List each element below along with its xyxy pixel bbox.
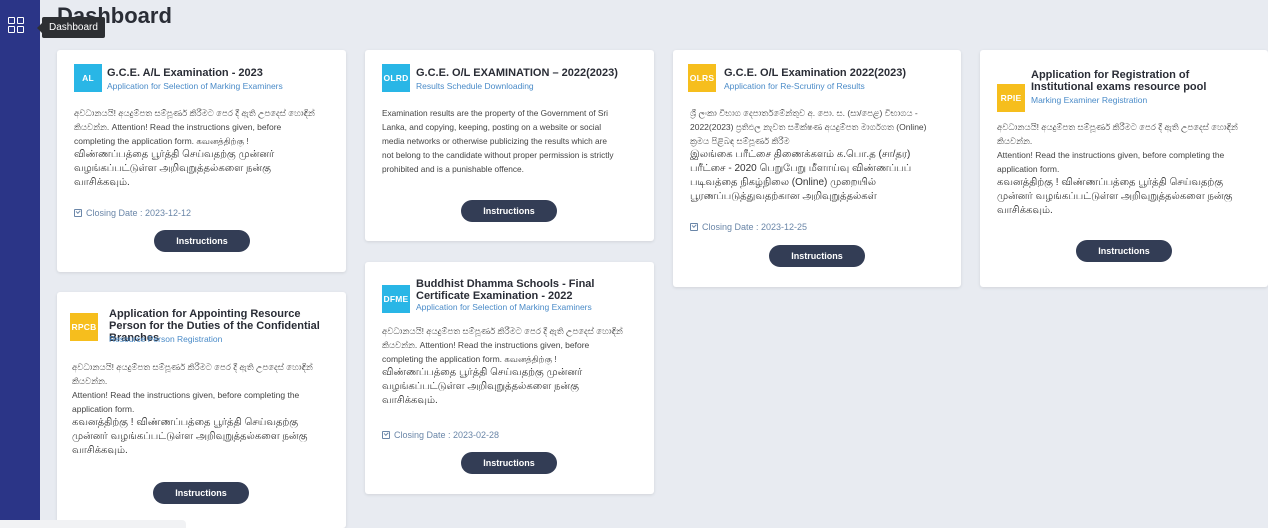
body-line: Lanka, and copying, keeping, posting on … bbox=[382, 122, 602, 132]
closing-date: Closing Date : 2023-12-25 bbox=[690, 222, 807, 232]
body-line: Attention! Read the instructions given, … bbox=[997, 150, 1225, 160]
body-line: கவனத்திற்கு ! விண்ணப்பத்தை பூர்த்தி செய்… bbox=[997, 177, 1224, 188]
exam-card-rpie: RPIE Application for Registration of Ins… bbox=[980, 50, 1268, 287]
body-line: අවධානයයි! අයදුම්පත සම්පූර්ණ කිරීමට පෙර ද… bbox=[72, 362, 313, 372]
body-line: ක්‍රමය පිළිබඳ සම්පූර්ණ කිරීම bbox=[690, 136, 790, 146]
dashboard-tooltip: Dashboard bbox=[37, 17, 105, 38]
body-line: application form. bbox=[72, 404, 135, 414]
calendar-check-icon bbox=[382, 431, 390, 439]
card-subtitle: Marking Examiner Registration bbox=[1031, 95, 1148, 105]
body-line: விண்ணப்பத்தை பூர்த்தி செய்வதற்கு முன்னர் bbox=[382, 367, 583, 378]
closing-date: Closing Date : 2023-12-12 bbox=[74, 208, 191, 218]
card-subtitle: Application for Selection of Marking Exa… bbox=[416, 302, 592, 312]
card-subtitle: Application for Re-Scrutiny of Results bbox=[724, 81, 865, 91]
body-line: application form. bbox=[997, 164, 1060, 174]
card-subtitle: Application for Selection of Marking Exa… bbox=[107, 81, 283, 91]
body-line: media networks or otherwise publicizing … bbox=[382, 136, 608, 146]
card-body: ශ්‍රී ලංකා විභාග දෙපාර්තමේන්තුව අ. පො. ස… bbox=[690, 106, 955, 204]
closing-date-text: Closing Date : 2023-12-25 bbox=[702, 222, 808, 232]
body-line: பரீட்சை - 2020 பெறுபேறு மீளாய்வு விண்ணப்… bbox=[690, 163, 912, 174]
card-badge: OLRS bbox=[688, 64, 716, 92]
body-line: Attention! Read the instructions given, … bbox=[72, 390, 300, 400]
card-badge: OLRD bbox=[382, 64, 410, 92]
browser-status-bar bbox=[0, 520, 186, 528]
card-badge: AL bbox=[74, 64, 102, 92]
card-title[interactable]: G.C.E. A/L Examination - 2023 bbox=[107, 67, 337, 79]
exam-card-olrd: OLRD G.C.E. O/L EXAMINATION – 2022(2023)… bbox=[365, 50, 654, 241]
card-badge: RPCB bbox=[70, 313, 98, 341]
body-line: අවධානයයි! අයදුම්පත සම්පූර්ණ කිරීමට පෙර ද… bbox=[997, 122, 1238, 132]
instructions-button[interactable]: Instructions bbox=[153, 482, 249, 504]
body-line: Examination results are the property of … bbox=[382, 108, 608, 118]
exam-card-rpcb: RPCB Application for Appointing Resource… bbox=[57, 292, 346, 528]
body-line: வாசிக்கவும். bbox=[74, 177, 130, 188]
card-body: Examination results are the property of … bbox=[382, 106, 650, 176]
sidebar bbox=[0, 0, 40, 528]
body-line: not belong to the candidate without prop… bbox=[382, 150, 614, 160]
body-line: வாசிக்கவும். bbox=[382, 395, 438, 406]
card-title[interactable]: G.C.E. O/L Examination 2022(2023) bbox=[724, 67, 954, 79]
card-title[interactable]: G.C.E. O/L EXAMINATION – 2022(2023) bbox=[416, 67, 646, 79]
body-line: අවධානයයි! අයදුම්පත සම්පූර්ණ කිරීමට පෙර ද… bbox=[74, 108, 315, 118]
body-line: வாசிக்கவும். bbox=[72, 445, 128, 456]
instructions-button[interactable]: Instructions bbox=[769, 245, 865, 267]
body-line: කියවන්න. bbox=[72, 376, 108, 386]
body-line: வாசிக்கவும். bbox=[997, 205, 1053, 216]
card-badge: RPIE bbox=[997, 84, 1025, 112]
body-line: முன்னர் வழங்கப்பட்டுள்ள அறிவுறுத்தல்களை … bbox=[997, 191, 1233, 202]
body-line: completing the application form. கவனத்தி… bbox=[74, 136, 249, 146]
body-line: අවධානයයි! අයදුම්පත සම්පූර්ණ කිරීමට පෙර ද… bbox=[382, 326, 623, 336]
card-title[interactable]: Buddhist Dhamma Schools - Final Certific… bbox=[416, 278, 646, 302]
exam-card-olrs: OLRS G.C.E. O/L Examination 2022(2023) A… bbox=[673, 50, 961, 287]
instructions-button[interactable]: Instructions bbox=[154, 230, 250, 252]
closing-date-text: Closing Date : 2023-12-12 bbox=[86, 208, 192, 218]
body-line: முன்னர் வழங்கப்பட்டுள்ள அறிவுறுத்தல்களை … bbox=[72, 431, 308, 442]
card-subtitle: Results Schedule Downloading bbox=[416, 81, 534, 91]
body-line: කියවන්න. Attention! Read the instruction… bbox=[74, 122, 282, 132]
body-line: படிவத்தை நிகழ்நிலை (Online) முறையில் bbox=[690, 177, 877, 188]
card-subtitle: Resource Person Registration bbox=[109, 334, 223, 344]
card-body: අවධානයයි! අයදුම්පත සම්පූර්ණ කිරීමට පෙර ද… bbox=[72, 360, 340, 458]
body-line: பூரணப்படுத்துவதற்கான அறிவுறுத்தல்கள் bbox=[690, 191, 877, 202]
body-line: prohibited and is a punishable offence. bbox=[382, 164, 524, 174]
card-title[interactable]: Application for Registration of Institut… bbox=[1031, 69, 1251, 93]
body-line: வழங்கப்பட்டுள்ள அறிவுறுத்தல்களை நன்கு bbox=[382, 381, 579, 392]
calendar-check-icon bbox=[74, 209, 82, 217]
calendar-check-icon bbox=[690, 223, 698, 231]
card-body: අවධානයයි! අයදුම්පත සම්පූර්ණ කිරීමට පෙර ද… bbox=[997, 120, 1262, 218]
instructions-button[interactable]: Instructions bbox=[461, 200, 557, 222]
body-line: வழங்கப்பட்டுள்ள அறிவுறுத்தல்களை நன்கு bbox=[74, 163, 271, 174]
body-line: කියවන්න. Attention! Read the instruction… bbox=[382, 340, 590, 350]
instructions-button[interactable]: Instructions bbox=[1076, 240, 1172, 262]
body-line: කියවන්න. bbox=[997, 136, 1033, 146]
body-line: ශ්‍රී ලංකා විභාග දෙපාර්තමේන්තුව අ. පො. ස… bbox=[690, 108, 918, 118]
body-line: விண்ணப்பத்தை பூர்த்தி செய்வதற்கு முன்னர் bbox=[74, 149, 275, 160]
card-body: අවධානයයි! අයදුම්පත සම්පූර්ණ කිරීමට පෙර ද… bbox=[74, 106, 339, 190]
closing-date-text: Closing Date : 2023-02-28 bbox=[394, 430, 500, 440]
card-badge: DFME bbox=[382, 285, 410, 313]
body-line: 2022(2023) ප්‍රතිඵල නැවත සමීක්ෂණ අයදුම්ප… bbox=[690, 122, 927, 132]
body-line: completing the application form. கவனத்தி… bbox=[382, 354, 557, 364]
instructions-button[interactable]: Instructions bbox=[461, 452, 557, 474]
card-body: අවධානයයි! අයදුම්පත සම්පූර්ණ කිරීමට පෙර ද… bbox=[382, 324, 647, 408]
exam-card-al: AL G.C.E. A/L Examination - 2023 Applica… bbox=[57, 50, 346, 272]
exam-card-dfme: DFME Buddhist Dhamma Schools - Final Cer… bbox=[365, 262, 654, 494]
body-line: இலங்கை பரீட்சை திணைக்களம் க.பொ.த (சா/தர) bbox=[690, 149, 911, 160]
closing-date: Closing Date : 2023-02-28 bbox=[382, 430, 499, 440]
body-line: கவனத்திற்கு ! விண்ணப்பத்தை பூர்த்தி செய்… bbox=[72, 417, 299, 428]
dashboard-grid-icon[interactable] bbox=[8, 17, 24, 33]
